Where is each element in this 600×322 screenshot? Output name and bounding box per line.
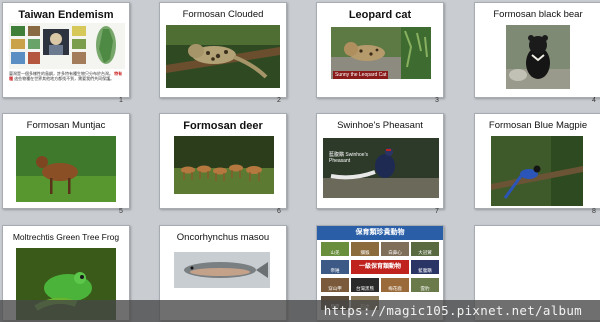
slide-thumbnail-7[interactable]: Swinhoe's Pheasant 藍腹鷴 Swinhoe's Pheasan… bbox=[316, 113, 444, 209]
endemism-collage-image bbox=[9, 23, 125, 69]
slide-thumbnail-3[interactable]: Leopard cat Sunny the Leopard Cat bbox=[316, 2, 444, 98]
poster-banner: 一級保育類動物 bbox=[351, 260, 409, 274]
poster-cell: 帝雉 bbox=[321, 260, 349, 274]
body-line-2: 這些物種在世界其他地方都找不到，需要我們共同保護。 bbox=[14, 76, 115, 81]
slide-sorter-view: { "slides": [ {"num": "1", "title": "Tai… bbox=[0, 0, 600, 322]
slide-thumbnail-6[interactable]: Formosan deer bbox=[159, 113, 287, 209]
poster-cell: 獼猴 bbox=[351, 242, 379, 256]
slide-thumbnail-1[interactable]: Taiwan Endemism 臺灣是一個多樣性的島嶼，許多特有種生物只分布於台… bbox=[2, 2, 130, 98]
slide-thumbnail-4[interactable]: Formosan black bear bbox=[474, 2, 600, 98]
blue-magpie-photo bbox=[491, 136, 583, 206]
slide-number: 1 bbox=[119, 97, 123, 104]
poster-title: 保育類珍貴動物 bbox=[355, 229, 405, 236]
photo-caption: Sunny the Leopard Cat bbox=[333, 71, 389, 79]
poster-header: 保育類珍貴動物 bbox=[317, 226, 443, 240]
black-bear-photo bbox=[506, 25, 570, 89]
poster-cell: 台灣黑熊 bbox=[351, 278, 379, 292]
poster-cell: 梅花鹿 bbox=[381, 278, 409, 292]
poster-cell: 穿山甲 bbox=[321, 278, 349, 292]
poster-cell: 山羌 bbox=[321, 242, 349, 256]
slide-title: Formosan deer bbox=[183, 120, 263, 132]
slide-thumbnail-8[interactable]: Formosan Blue Magpie bbox=[474, 113, 600, 209]
slide-title: Oncorhynchus masou bbox=[176, 232, 270, 243]
slide-number: 8 bbox=[592, 208, 596, 215]
slide-title: Swinhoe's Pheasant bbox=[337, 120, 423, 131]
slide-number: 4 bbox=[592, 97, 596, 104]
clouded-leopard-photo bbox=[166, 25, 280, 88]
slide-title: Moltrechtis Green Tree Frog bbox=[12, 232, 120, 242]
photo-caption: 藍腹鷴 Swinhoe's Pheasant bbox=[329, 152, 369, 164]
slide-number: 7 bbox=[435, 208, 439, 215]
muntjac-photo bbox=[16, 136, 116, 202]
slide-number: 3 bbox=[435, 97, 439, 104]
watermark-url: https://magic105.pixnet.net/album bbox=[323, 303, 582, 318]
poster-cell: 藍腹鷴 bbox=[411, 260, 439, 274]
slide-number: 5 bbox=[119, 208, 123, 215]
deer-herd-photo bbox=[174, 136, 274, 194]
slide-number: 6 bbox=[277, 208, 281, 215]
poster-cell: 大冠鷲 bbox=[411, 242, 439, 256]
slide-title: Formosan black bear bbox=[493, 9, 583, 20]
poster-cell: 雲豹 bbox=[411, 278, 439, 292]
slide-number: 2 bbox=[277, 97, 281, 104]
slide-title: Formosan Blue Magpie bbox=[488, 120, 588, 131]
slide-title: Formosan Clouded bbox=[182, 9, 264, 20]
poster-cell: 白鼻心 bbox=[381, 242, 409, 256]
slide-thumbnail-5[interactable]: Formosan Muntjac bbox=[2, 113, 130, 209]
pheasant-photo bbox=[323, 138, 439, 198]
slide-title: Taiwan Endemism bbox=[18, 9, 114, 21]
slide-title: Leopard cat bbox=[348, 9, 412, 21]
slide-thumbnail-2[interactable]: Formosan Clouded bbox=[159, 2, 287, 98]
salmon-photo bbox=[174, 252, 270, 288]
slide-title: Formosan Muntjac bbox=[26, 120, 106, 131]
slide-body-text: 臺灣是一個多樣性的島嶼，許多特有種生物只分布於台灣。 特有種 這些物種在世界其他… bbox=[9, 71, 125, 81]
